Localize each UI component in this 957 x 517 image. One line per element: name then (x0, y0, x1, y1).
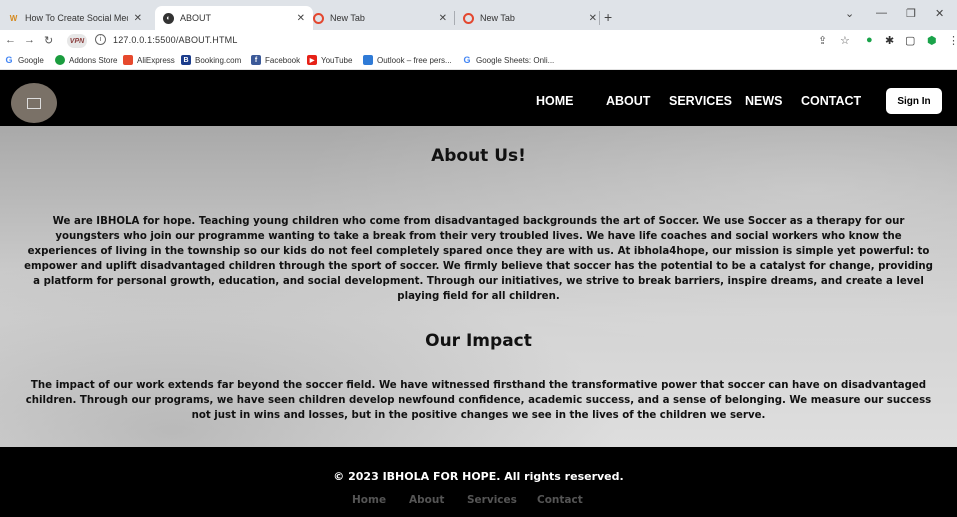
restore-icon[interactable]: ❐ (906, 7, 916, 20)
impact-heading: Our Impact (425, 331, 532, 351)
about-line: playing field for all children. (397, 291, 560, 302)
close-icon[interactable]: ✕ (134, 13, 142, 24)
info-icon[interactable]: i (95, 34, 106, 45)
about-line: experiences of living in the township so… (27, 246, 930, 257)
bookmark-aliexpress[interactable]: AliExpress (123, 55, 175, 65)
outlook-icon (363, 55, 373, 65)
opera-icon (313, 12, 324, 24)
bookmark-label: Google Sheets: Onli... (476, 55, 555, 65)
impact-line: not just in wins and losses, but in the … (191, 410, 766, 421)
google-icon: G (463, 55, 471, 65)
facebook-icon: f (251, 55, 261, 65)
globe-icon: ◐ (163, 12, 174, 24)
extension-icon[interactable]: ● (866, 34, 873, 46)
logo-mark-icon (27, 97, 41, 109)
about-heading: About Us! (431, 146, 526, 166)
bookmark-label: Google (18, 55, 44, 65)
bookmark-addons-store[interactable]: Addons Store (55, 55, 117, 65)
tab-title: ABOUT (180, 13, 212, 23)
back-icon[interactable]: ← (5, 34, 16, 46)
browser-tab[interactable]: W How To Create Social Media Butt ✕ (0, 6, 150, 30)
copyright-text: © 2023 IBHOLA FOR HOPE. All rights reser… (333, 470, 624, 483)
nav-services[interactable]: SERVICES (669, 94, 732, 108)
about-paragraph: We are IBHOLA for hope. Teaching young c… (0, 214, 957, 304)
bookmark-youtube[interactable]: ▶ YouTube (307, 55, 352, 65)
opera-icon (463, 12, 474, 24)
reload-icon[interactable]: ↻ (44, 34, 53, 47)
about-line: a platform for personal growth, educatio… (33, 276, 924, 287)
nav-news[interactable]: NEWS (745, 94, 783, 108)
footer-link-home[interactable]: Home (352, 494, 386, 506)
nav-contact[interactable]: CONTACT (801, 94, 861, 108)
sidebar-icon[interactable]: ▢ (905, 34, 915, 47)
footer-link-services[interactable]: Services (467, 494, 517, 506)
forward-icon[interactable]: → (24, 34, 35, 46)
footer-link-about[interactable]: About (409, 494, 444, 506)
google-icon: G (5, 55, 13, 65)
impact-line: The impact of our work extends far beyon… (30, 380, 927, 391)
window-close-icon[interactable]: ✕ (935, 7, 944, 20)
booking-icon: B (181, 55, 191, 65)
browser-tab[interactable]: New Tab ✕ (305, 6, 455, 30)
bookmarks-bar: G Google Addons Store AliExpress B Booki… (0, 52, 957, 70)
menu-icon[interactable]: ⋮ (948, 34, 957, 47)
shield-icon[interactable]: ⬢ (927, 34, 937, 47)
close-icon[interactable]: ✕ (589, 13, 597, 24)
site-logo[interactable] (11, 83, 57, 123)
bookmark-outlook[interactable]: Outlook – free pers... (363, 55, 452, 65)
bookmark-label: Outlook – free pers... (377, 55, 452, 65)
tab-title: New Tab (330, 13, 365, 23)
youtube-icon: ▶ (307, 55, 317, 65)
bookmark-google[interactable]: G Google (4, 55, 44, 65)
impact-line: children. Through our programs, we have … (25, 395, 932, 406)
content-section: About Us! We are IBHOLA for hope. Teachi… (0, 126, 957, 447)
browser-tab[interactable]: New Tab ✕ (455, 6, 605, 30)
share-icon[interactable]: ⇪ (818, 34, 827, 47)
puzzle-icon[interactable]: ✱ (885, 34, 894, 47)
browser-toolbar: ← → ↻ VPN i 127.0.0.1:5500/ABOUT.HTML ⇪ … (0, 30, 957, 52)
web-page: HOME ABOUT SERVICES NEWS CONTACT Sign In… (0, 70, 957, 517)
bookmark-label: AliExpress (137, 55, 175, 65)
bookmark-label: YouTube (321, 55, 353, 65)
site-navbar: HOME ABOUT SERVICES NEWS CONTACT Sign In (0, 70, 957, 126)
nav-about[interactable]: ABOUT (606, 94, 650, 108)
bookmark-label: Addons Store (69, 55, 118, 65)
sign-in-button[interactable]: Sign In (886, 88, 942, 114)
address-bar[interactable]: 127.0.0.1:5500/ABOUT.HTML (113, 35, 238, 45)
tab-separator (599, 11, 600, 25)
tab-title: How To Create Social Media Butt (25, 13, 128, 23)
about-line: empower and uplift disadvantaged childre… (24, 261, 933, 272)
bookmark-google-sheets[interactable]: G Google Sheets: Onli... (462, 55, 554, 65)
aliexpress-icon (123, 55, 133, 65)
bookmark-label: Booking.com (195, 55, 242, 65)
star-icon[interactable]: ☆ (840, 34, 850, 47)
browser-tab-active[interactable]: ◐ ABOUT ✕ (155, 6, 313, 30)
browser-tab-strip: W How To Create Social Media Butt ✕ ◐ AB… (0, 0, 957, 30)
opera-icon (55, 55, 65, 65)
about-line: youngsters who join our programme wantin… (55, 231, 902, 242)
close-icon[interactable]: ✕ (439, 13, 447, 24)
bookmark-facebook[interactable]: f Facebook (251, 55, 300, 65)
chevron-down-icon[interactable]: ⌄ (845, 7, 854, 20)
footer-link-contact[interactable]: Contact (537, 494, 583, 506)
bookmark-label: Facebook (265, 55, 301, 65)
tab-title: New Tab (480, 13, 515, 23)
close-icon[interactable]: ✕ (297, 13, 305, 24)
w-favicon-icon: W (9, 13, 18, 23)
site-footer: © 2023 IBHOLA FOR HOPE. All rights reser… (0, 447, 957, 517)
bookmark-booking[interactable]: B Booking.com (181, 55, 241, 65)
about-line: We are IBHOLA for hope. Teaching young c… (52, 216, 905, 227)
nav-home[interactable]: HOME (536, 94, 574, 108)
minimize-icon[interactable]: — (876, 7, 887, 19)
impact-paragraph: The impact of our work extends far beyon… (0, 378, 957, 423)
vpn-icon[interactable]: VPN (67, 34, 87, 48)
new-tab-icon[interactable]: + (604, 9, 612, 25)
